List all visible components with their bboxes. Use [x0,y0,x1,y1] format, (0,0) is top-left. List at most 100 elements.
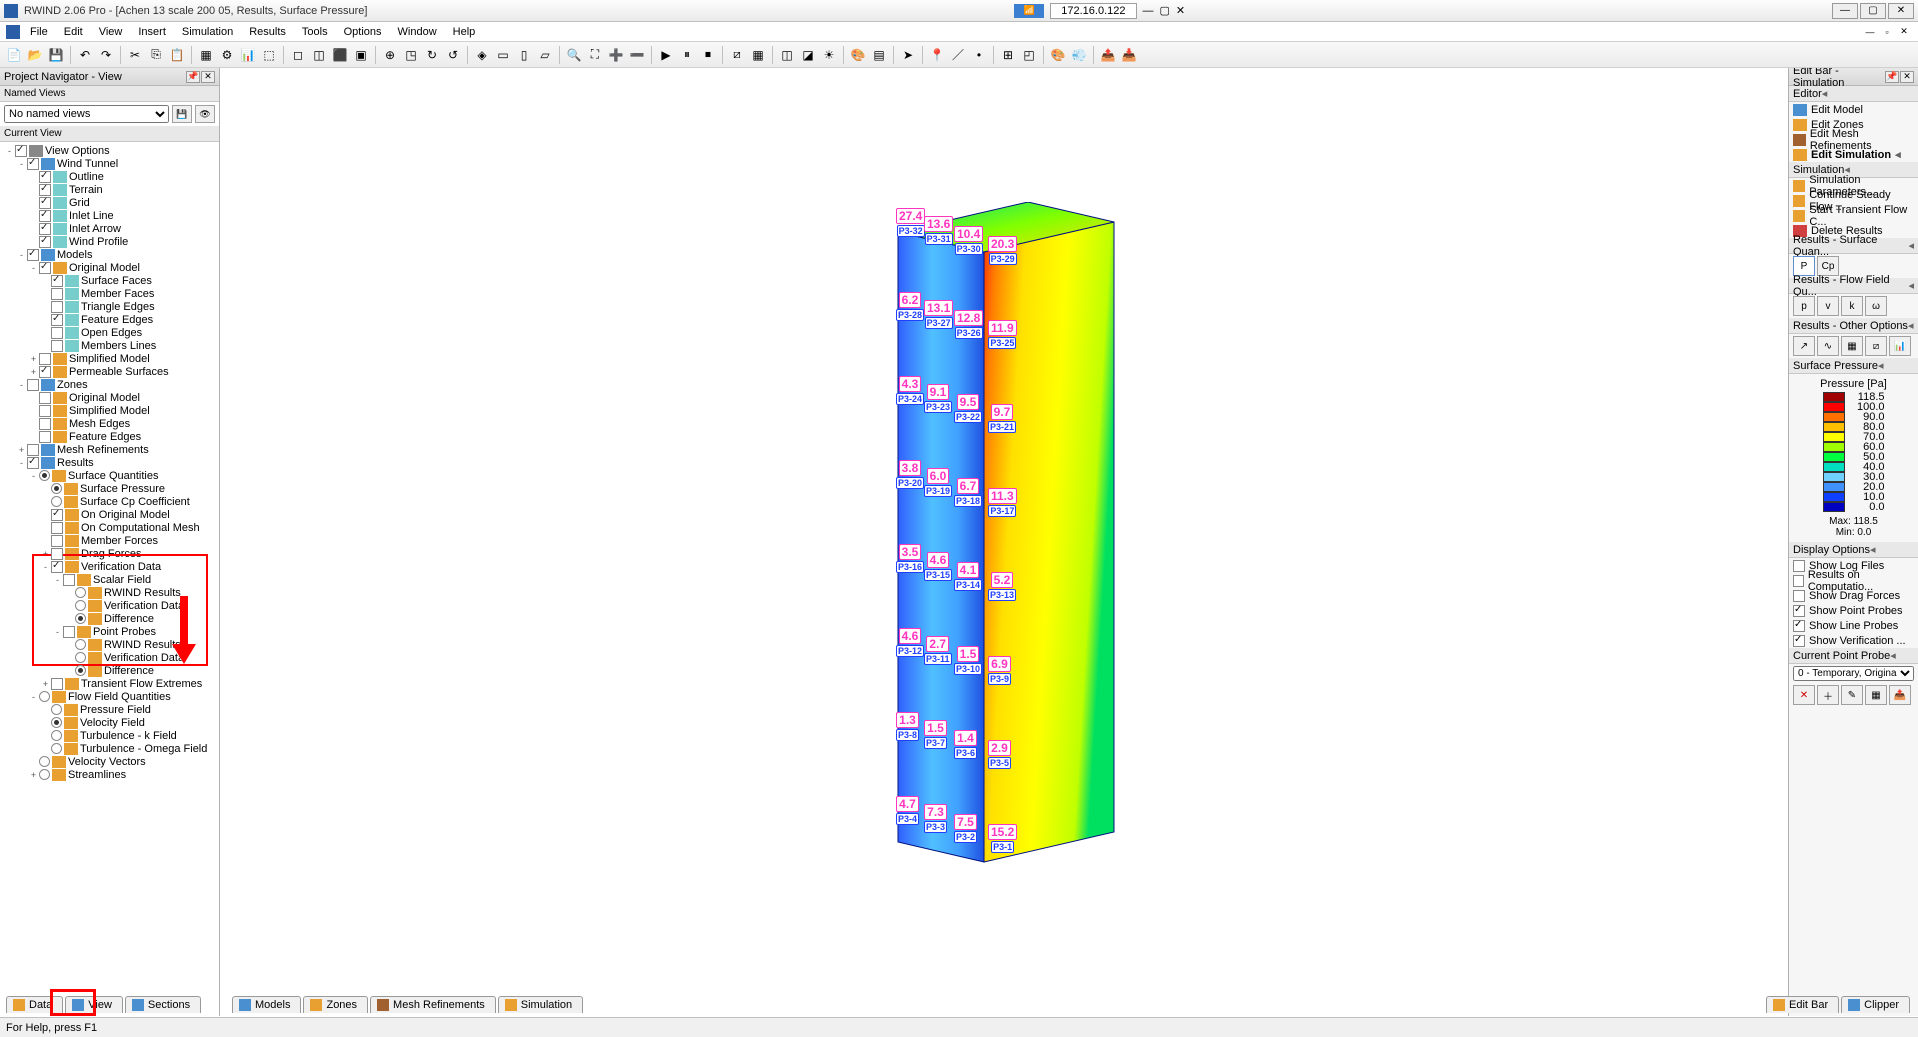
clipper-tab[interactable]: Clipper [1841,996,1910,1013]
tree-node[interactable]: Surface Pressure [0,482,219,495]
arrow-icon[interactable]: ➤ [898,45,918,65]
view1-icon[interactable]: ◻ [288,45,308,65]
mini-close-icon[interactable]: ✕ [1176,4,1185,17]
menu-view[interactable]: View [91,24,131,40]
tree-node[interactable]: Original Model [0,391,219,404]
oo-stream-button[interactable]: ∿ [1817,336,1839,356]
zones-tab[interactable]: Zones [303,996,368,1013]
wind-icon[interactable]: 💨 [1069,45,1089,65]
display-option-check[interactable]: Show Point Probes [1789,603,1918,618]
oo-chart-button[interactable]: 📊 [1889,336,1911,356]
tree-node[interactable]: -Results [0,456,219,469]
slice-icon[interactable]: ⧄ [727,45,747,65]
pin-icon[interactable]: 📌 [186,71,200,83]
point-probe[interactable]: 9.5P3-22 [954,394,982,423]
menu-file[interactable]: File [22,24,56,40]
undo-icon[interactable]: ↶ [75,45,95,65]
view-options-tree[interactable]: -View Options-Wind TunnelOutlineTerrainG… [0,142,219,1016]
import-icon[interactable]: 📥 [1119,45,1139,65]
tree-node[interactable]: -Verification Data [0,560,219,573]
tree-node[interactable]: -Flow Field Quantities [0,690,219,703]
tree-node[interactable]: +Streamlines [0,768,219,781]
tree-node[interactable]: -Point Probes [0,625,219,638]
point-probe[interactable]: 13.6P3-31 [924,216,953,245]
copy-icon[interactable]: ⎘ [146,45,166,65]
color-icon[interactable]: 🎨 [1048,45,1068,65]
mesh-ref-tab[interactable]: Mesh Refinements [370,996,496,1013]
point-probe[interactable]: 5.2P3-13 [988,572,1016,601]
tool-icon[interactable]: ⚙ [217,45,237,65]
front-icon[interactable]: ▭ [493,45,513,65]
oo-slice-button[interactable]: ⧄ [1865,336,1887,356]
cut-icon[interactable]: ✂ [125,45,145,65]
tree-node[interactable]: Verification Data [0,651,219,664]
point-probe[interactable]: 1.5P3-7 [924,720,947,749]
persp-icon[interactable]: ◪ [798,45,818,65]
tree-node[interactable]: Member Forces [0,534,219,547]
light-icon[interactable]: ☀ [819,45,839,65]
tree-node[interactable]: Grid [0,196,219,209]
save-icon[interactable]: 💾 [46,45,66,65]
probe-del-button[interactable]: ✕ [1793,685,1815,705]
point-probe[interactable]: 4.6P3-15 [924,552,952,581]
menu-results[interactable]: Results [241,24,294,40]
ff-k-button[interactable]: k [1841,296,1863,316]
tree-node[interactable]: Outline [0,170,219,183]
fit-icon[interactable]: ⛶ [585,45,605,65]
mdi-restore-icon[interactable]: ▫ [1879,25,1895,39]
tree-node[interactable]: Triangle Edges [0,300,219,313]
point-probe[interactable]: 2.9P3-5 [988,740,1011,769]
show-view-button[interactable]: 👁 [195,105,215,123]
transient-flow-link[interactable]: Start Transient Flow C... [1789,208,1918,223]
ff-p-button[interactable]: p [1793,296,1815,316]
tree-node[interactable]: Feature Edges [0,313,219,326]
mini-max-icon[interactable]: ▢ [1160,4,1170,17]
tree-node[interactable]: +Transient Flow Extremes [0,677,219,690]
tree-node[interactable]: Members Lines [0,339,219,352]
maximize-button[interactable]: ▢ [1860,3,1886,19]
tree-node[interactable]: Feature Edges [0,430,219,443]
export-icon[interactable]: 📤 [1098,45,1118,65]
point-probe[interactable]: 7.5P3-2 [954,814,977,843]
display-option-check[interactable]: Show Drag Forces [1789,588,1918,603]
menu-insert[interactable]: Insert [130,24,174,40]
open-icon[interactable]: 📂 [25,45,45,65]
tree-node[interactable]: Surface Cp Coefficient [0,495,219,508]
tree-node[interactable]: Difference [0,664,219,677]
tree-node[interactable]: On Original Model [0,508,219,521]
point-probe[interactable]: 7.3P3-3 [924,804,947,833]
tree-node[interactable]: Simplified Model [0,404,219,417]
wire-icon[interactable]: ▤ [869,45,889,65]
tree-node[interactable]: Mesh Edges [0,417,219,430]
tree-node[interactable]: Wind Profile [0,235,219,248]
tree-node[interactable]: -Zones [0,378,219,391]
tree-node[interactable]: -View Options [0,144,219,157]
point-probe[interactable]: 20.3P3-29 [988,236,1017,265]
zoom-icon[interactable]: 🔍 [564,45,584,65]
menu-simulation[interactable]: Simulation [174,24,241,40]
tree-node[interactable]: RWIND Results [0,638,219,651]
point-probe[interactable]: 1.5P3-10 [954,646,982,675]
tree-node[interactable]: Open Edges [0,326,219,339]
new-icon[interactable]: 📄 [4,45,24,65]
rot2-icon[interactable]: ↺ [443,45,463,65]
edit-model-link[interactable]: Edit Model [1789,102,1918,117]
mdi-minimize-icon[interactable]: — [1862,25,1878,39]
redo-icon[interactable]: ↷ [96,45,116,65]
point-probe[interactable]: 6.9P3-9 [988,656,1011,685]
editbar-pin-icon[interactable]: 📌 [1885,71,1899,83]
sections-tab[interactable]: Sections [125,996,201,1013]
menu-window[interactable]: Window [390,24,445,40]
tree-node[interactable]: Surface Faces [0,274,219,287]
display-option-check[interactable]: Results on Computatio... [1789,573,1918,588]
tree-node[interactable]: +Drag Forces [0,547,219,560]
tree-node[interactable]: Inlet Line [0,209,219,222]
point-probe[interactable]: 4.7P3-4 [896,796,919,825]
grid-icon[interactable]: ▦ [196,45,216,65]
display-option-check[interactable]: Show Verification ... [1789,633,1918,648]
probe-edit-button[interactable]: ✎ [1841,685,1863,705]
tree-node[interactable]: Inlet Arrow [0,222,219,235]
close-button[interactable]: ✕ [1888,3,1914,19]
point-probe[interactable]: 13.1P3-27 [924,300,953,329]
tree-node[interactable]: On Computational Mesh [0,521,219,534]
